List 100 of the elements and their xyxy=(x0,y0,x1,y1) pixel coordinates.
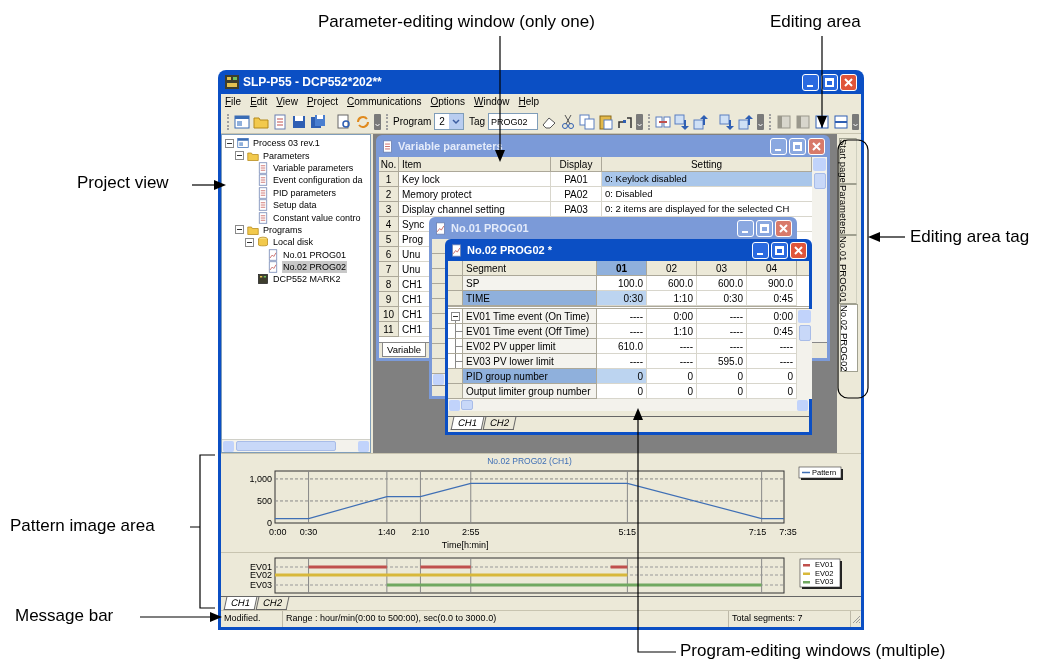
row-number: 2 xyxy=(379,187,399,202)
row-number: 11 xyxy=(379,322,399,337)
overflow-chevron-icon[interactable] xyxy=(757,113,765,130)
table-cell: Memory protect xyxy=(399,187,551,202)
sheet-tab[interactable]: CH2 xyxy=(482,417,517,430)
tree-item[interactable]: Constant value contro xyxy=(272,211,362,224)
menu-item[interactable]: Options xyxy=(430,95,465,109)
collapse-button[interactable] xyxy=(245,237,254,247)
column-header[interactable]: 03 xyxy=(697,261,747,276)
event-legend xyxy=(799,558,842,589)
tree-item[interactable]: Parameters xyxy=(262,149,311,162)
table-cell: ---- xyxy=(697,309,747,324)
upload-button[interactable] xyxy=(738,112,755,131)
cut-button[interactable] xyxy=(560,112,577,131)
close-button[interactable] xyxy=(775,219,792,237)
print-preview-button[interactable] xyxy=(336,112,352,131)
sheet-tab[interactable]: CH1 xyxy=(450,417,485,430)
tree-item[interactable]: Local disk xyxy=(272,236,315,249)
menu-item[interactable]: File xyxy=(225,95,242,109)
tree-item[interactable]: No.01 PROG01 xyxy=(282,248,348,261)
rows-icon xyxy=(833,113,850,130)
tree-item[interactable]: Variable parameters xyxy=(272,161,355,174)
column-header[interactable]: 01 xyxy=(597,261,647,276)
editing-area-tab[interactable]: Parameters xyxy=(839,183,857,235)
close-button[interactable] xyxy=(840,73,857,91)
column-header[interactable]: 02 xyxy=(647,261,697,276)
maximize-button[interactable] xyxy=(771,241,788,259)
leader-line xyxy=(868,232,906,242)
save-all-button[interactable] xyxy=(310,112,326,131)
sheet-tab[interactable]: CH2 xyxy=(255,597,290,610)
table-cell: 0:00 xyxy=(647,309,697,324)
overflow-chevron-icon[interactable] xyxy=(374,113,381,130)
editing-area-tab[interactable]: Start page xyxy=(839,138,857,184)
table-cell: 0: Disabled xyxy=(602,187,812,202)
row-header xyxy=(448,354,463,369)
overflow-chevron-icon[interactable] xyxy=(636,113,644,130)
resize-grip-icon[interactable] xyxy=(851,614,861,624)
collapse-button[interactable] xyxy=(225,138,234,148)
menu-item[interactable]: View xyxy=(276,95,298,109)
menu-item[interactable]: Help xyxy=(518,95,540,109)
minimize-button[interactable] xyxy=(752,241,769,259)
overflow-chevron-icon[interactable] xyxy=(852,113,860,130)
tree-item[interactable]: PID parameters xyxy=(272,186,338,199)
tree-item[interactable]: No.02 PROG02 xyxy=(282,261,348,274)
row-header xyxy=(448,339,463,354)
vertical-scrollbar[interactable] xyxy=(797,309,812,399)
tree-item[interactable]: DCP552 MARK2 xyxy=(272,273,342,286)
close-button[interactable] xyxy=(808,137,825,155)
menu-item[interactable]: Edit xyxy=(250,95,268,109)
editing-area-tab[interactable]: No.01 PROG01 xyxy=(839,234,857,304)
table-cell: 0 xyxy=(597,369,647,384)
window-button[interactable] xyxy=(234,112,250,131)
document-icon xyxy=(272,113,288,130)
callout-label: Editing area tag xyxy=(910,227,1030,247)
callout-label: Project view xyxy=(77,173,169,193)
chart-document-icon xyxy=(267,261,279,274)
column-header[interactable]: Display xyxy=(551,157,602,172)
corner-header xyxy=(448,261,463,276)
copy-button[interactable] xyxy=(579,112,596,131)
horizontal-scrollbar[interactable] xyxy=(222,439,370,452)
document-icon xyxy=(257,199,269,212)
column-header[interactable]: Item xyxy=(399,157,551,172)
paste-button[interactable] xyxy=(598,112,615,131)
sheet-tab[interactable]: CH1 xyxy=(223,597,258,610)
panel-button[interactable] xyxy=(776,112,793,131)
tree-item[interactable]: Event configuration da xyxy=(272,174,364,187)
download-icon xyxy=(674,113,691,130)
editing-area-tab[interactable]: No.02 PROG02 xyxy=(840,303,858,373)
row-header xyxy=(448,276,463,291)
column-header[interactable]: Segment xyxy=(463,261,597,276)
collapse-button[interactable] xyxy=(235,151,244,161)
column-header[interactable]: Setting xyxy=(602,157,812,172)
menu-item[interactable]: Communications xyxy=(347,95,422,109)
tree-item[interactable]: Process 03 rev.1 xyxy=(252,137,321,150)
vertical-scrollbar[interactable] xyxy=(812,157,827,342)
leader-line xyxy=(191,180,226,190)
program-select[interactable]: 2 xyxy=(434,113,464,130)
rows-button[interactable] xyxy=(833,112,850,131)
column-header[interactable]: No. xyxy=(379,157,399,172)
program-label: Program xyxy=(393,115,432,129)
table-cell: ---- xyxy=(647,339,697,354)
tree-item[interactable]: Programs xyxy=(262,223,303,236)
tick-label: 0 xyxy=(267,518,272,528)
close-button[interactable] xyxy=(790,241,807,259)
minimize-button[interactable] xyxy=(802,73,819,91)
download-button[interactable] xyxy=(719,112,736,131)
tree-item[interactable]: Setup data xyxy=(272,199,318,212)
table-cell: ---- xyxy=(647,354,697,369)
collapse-button[interactable] xyxy=(235,225,244,235)
horizontal-scrollbar[interactable] xyxy=(448,399,809,411)
column-header[interactable]: 04 xyxy=(747,261,797,276)
row-number: 3 xyxy=(379,202,399,217)
download-button[interactable] xyxy=(674,112,691,131)
document-icon xyxy=(381,139,394,153)
download-icon xyxy=(719,113,736,130)
close-icon xyxy=(794,245,803,255)
menu-item[interactable]: Project xyxy=(306,95,338,109)
row-label: EV01 Time event (Off Time) xyxy=(463,324,597,339)
upload-button[interactable] xyxy=(693,112,710,131)
sheet-tab[interactable]: Variable xyxy=(382,343,427,357)
